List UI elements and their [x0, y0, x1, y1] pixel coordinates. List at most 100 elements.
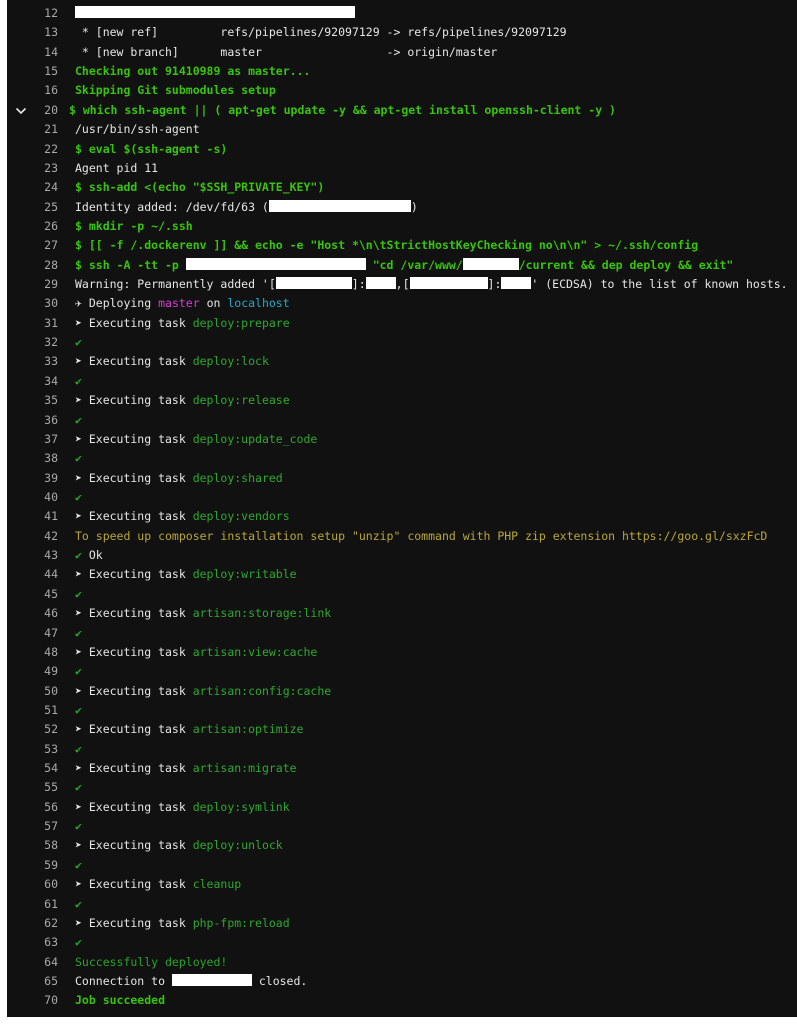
- line-text: ➤ Executing task cleanup: [75, 875, 241, 894]
- line-number[interactable]: 51: [7, 701, 58, 720]
- log-line: 51 ✔: [7, 701, 797, 720]
- line-text: $ which ssh-agent || ( apt-get update -y…: [69, 101, 616, 120]
- line-segment: ➤ Executing task: [75, 915, 193, 930]
- line-segment: ✔: [75, 857, 82, 872]
- line-number[interactable]: 52: [7, 720, 58, 739]
- line-number[interactable]: 46: [7, 604, 58, 623]
- log-line: 61 ✔: [7, 895, 797, 914]
- line-number[interactable]: 57: [7, 817, 58, 836]
- line-text: [75, 4, 355, 23]
- line-number[interactable]: 41: [7, 507, 58, 526]
- line-number[interactable]: 32: [7, 333, 58, 352]
- line-text: ✔: [75, 701, 82, 720]
- line-number[interactable]: 35: [7, 391, 58, 410]
- line-number[interactable]: 28: [7, 256, 58, 275]
- line-segment: ✔: [75, 451, 82, 466]
- line-text: ✔: [75, 856, 82, 875]
- log-line: 42 To speed up composer installation setu…: [7, 527, 797, 546]
- line-number[interactable]: 33: [7, 352, 58, 371]
- line-segment: ✔: [75, 586, 82, 601]
- line-number[interactable]: 36: [7, 411, 58, 430]
- line-number[interactable]: 26: [7, 217, 58, 236]
- line-segment: deploy:release: [192, 393, 290, 408]
- line-number[interactable]: 12: [7, 4, 58, 23]
- line-segment: Connection to: [75, 974, 172, 988]
- line-segment: ✔: [75, 896, 82, 911]
- line-number[interactable]: 61: [7, 895, 58, 914]
- line-text: /usr/bin/ssh-agent: [75, 120, 200, 139]
- line-text: Checking out 91410989 as master...: [75, 62, 310, 81]
- line-text: ✔: [75, 662, 82, 681]
- line-number[interactable]: 29: [7, 275, 58, 294]
- line-segment: ➤ Executing task: [75, 761, 193, 776]
- line-segment: ]:: [351, 277, 366, 292]
- log-line: 35 ➤ Executing task deploy:release: [7, 391, 797, 410]
- line-segment: ➤ Executing task: [75, 315, 193, 330]
- redacted-block: [462, 257, 519, 270]
- line-number[interactable]: 47: [7, 624, 58, 643]
- line-segment: closed.: [251, 974, 308, 988]
- line-segment: deploy:lock: [192, 354, 269, 369]
- log-line: 27 $ [[ -f /.dockerenv ]] && echo -e "Hos…: [7, 236, 797, 255]
- log-line: 55 ✔: [7, 778, 797, 797]
- line-number[interactable]: 65: [7, 972, 58, 991]
- line-number[interactable]: 58: [7, 836, 58, 855]
- line-number[interactable]: 38: [7, 449, 58, 468]
- line-segment: $ which ssh-agent || ( apt-get update -y…: [69, 102, 616, 117]
- line-number[interactable]: 16: [7, 81, 58, 100]
- line-text: ✔: [75, 449, 82, 468]
- line-number[interactable]: 31: [7, 314, 58, 333]
- line-number[interactable]: 54: [7, 759, 58, 778]
- line-number[interactable]: 62: [7, 914, 58, 933]
- line-number[interactable]: 15: [7, 62, 58, 81]
- line-segment: ✔: [75, 490, 82, 504]
- line-text: ➤ Executing task deploy:symlink: [75, 798, 290, 817]
- line-number[interactable]: 25: [7, 198, 58, 217]
- log-line: 64 Successfully deployed!: [7, 953, 797, 972]
- line-text: ✔: [75, 933, 82, 952]
- line-segment: localhost: [227, 296, 290, 311]
- line-segment: ➤ Executing task: [75, 509, 193, 524]
- line-number[interactable]: 14: [7, 43, 58, 62]
- line-number[interactable]: 23: [7, 159, 58, 178]
- line-segment: deploy:prepare: [192, 315, 290, 330]
- line-text: ➤ Executing task artisan:view:cache: [75, 643, 317, 662]
- line-number[interactable]: 56: [7, 798, 58, 817]
- line-number[interactable]: 55: [7, 778, 58, 797]
- line-number[interactable]: 70: [7, 991, 58, 1010]
- log-line: 59 ✔: [7, 856, 797, 875]
- line-number[interactable]: 43: [7, 546, 58, 565]
- line-number[interactable]: 50: [7, 682, 58, 701]
- line-text: ✔: [75, 372, 82, 391]
- line-number[interactable]: 64: [7, 953, 58, 972]
- line-number[interactable]: 22: [7, 140, 58, 159]
- line-number[interactable]: 53: [7, 740, 58, 759]
- line-number[interactable]: 44: [7, 565, 58, 584]
- line-text: ➤ Executing task deploy:shared: [75, 469, 283, 488]
- line-segment: ➤ Executing task: [75, 644, 193, 659]
- line-number[interactable]: 48: [7, 643, 58, 662]
- line-segment: ✔: [75, 664, 82, 679]
- line-number[interactable]: 49: [7, 662, 58, 681]
- line-segment: ✔: [75, 548, 89, 563]
- line-number[interactable]: 39: [7, 469, 58, 488]
- line-number[interactable]: 30: [7, 294, 58, 313]
- line-number[interactable]: 59: [7, 856, 58, 875]
- log-line: 22 $ eval $(ssh-agent -s): [7, 140, 797, 159]
- line-segment: ✔: [75, 702, 82, 717]
- line-number[interactable]: 27: [7, 236, 58, 255]
- line-number[interactable]: 21: [7, 120, 58, 139]
- line-number[interactable]: 13: [7, 23, 58, 42]
- line-number[interactable]: 20: [7, 101, 58, 120]
- line-number[interactable]: 37: [7, 430, 58, 449]
- log-line: 36 ✔: [7, 411, 797, 430]
- line-number[interactable]: 63: [7, 933, 58, 952]
- line-number[interactable]: 42: [7, 527, 58, 546]
- line-number[interactable]: 60: [7, 875, 58, 894]
- log-line: 70 Job succeeded: [7, 991, 797, 1010]
- line-number[interactable]: 40: [7, 488, 58, 507]
- line-number[interactable]: 45: [7, 585, 58, 604]
- log-line: 29 Warning: Permanently added '[]: ,[]: ' (…: [7, 275, 797, 294]
- line-number[interactable]: 34: [7, 372, 58, 391]
- line-number[interactable]: 24: [7, 178, 58, 197]
